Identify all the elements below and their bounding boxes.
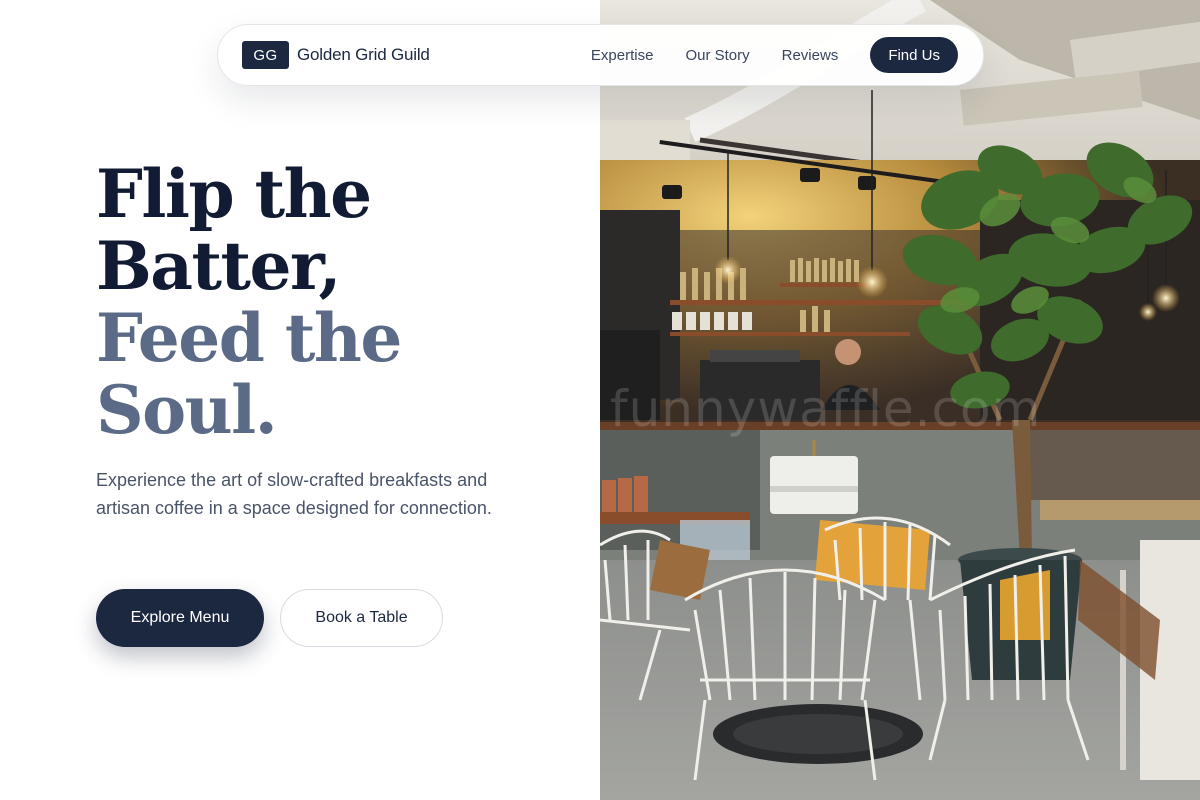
headline-line-2: Batter, (96, 227, 341, 305)
brand-logo-mark: GG (242, 41, 289, 69)
hero-cafe-photo (600, 0, 1200, 800)
top-navigation: GG Golden Grid Guild Expertise Our Story… (217, 24, 984, 86)
book-table-button[interactable]: Book a Table (280, 589, 443, 647)
hero-description: Experience the art of slow-crafted break… (96, 470, 492, 518)
hero-headline: Flip the Batter, Feed the Soul. (96, 155, 402, 449)
nav-link-reviews[interactable]: Reviews (782, 47, 839, 64)
find-us-button[interactable]: Find Us (870, 37, 958, 73)
headline-line-3: Feed the (96, 299, 402, 377)
nav-links: Expertise Our Story Reviews Find Us (591, 37, 959, 73)
headline-line-1: Flip the (96, 155, 372, 233)
brand[interactable]: GG Golden Grid Guild (242, 41, 430, 69)
brand-name: Golden Grid Guild (297, 45, 430, 64)
headline-line-4: Soul. (96, 371, 278, 449)
nav-link-our-story[interactable]: Our Story (685, 47, 749, 64)
explore-menu-button[interactable]: Explore Menu (96, 589, 264, 647)
nav-link-expertise[interactable]: Expertise (591, 47, 654, 64)
